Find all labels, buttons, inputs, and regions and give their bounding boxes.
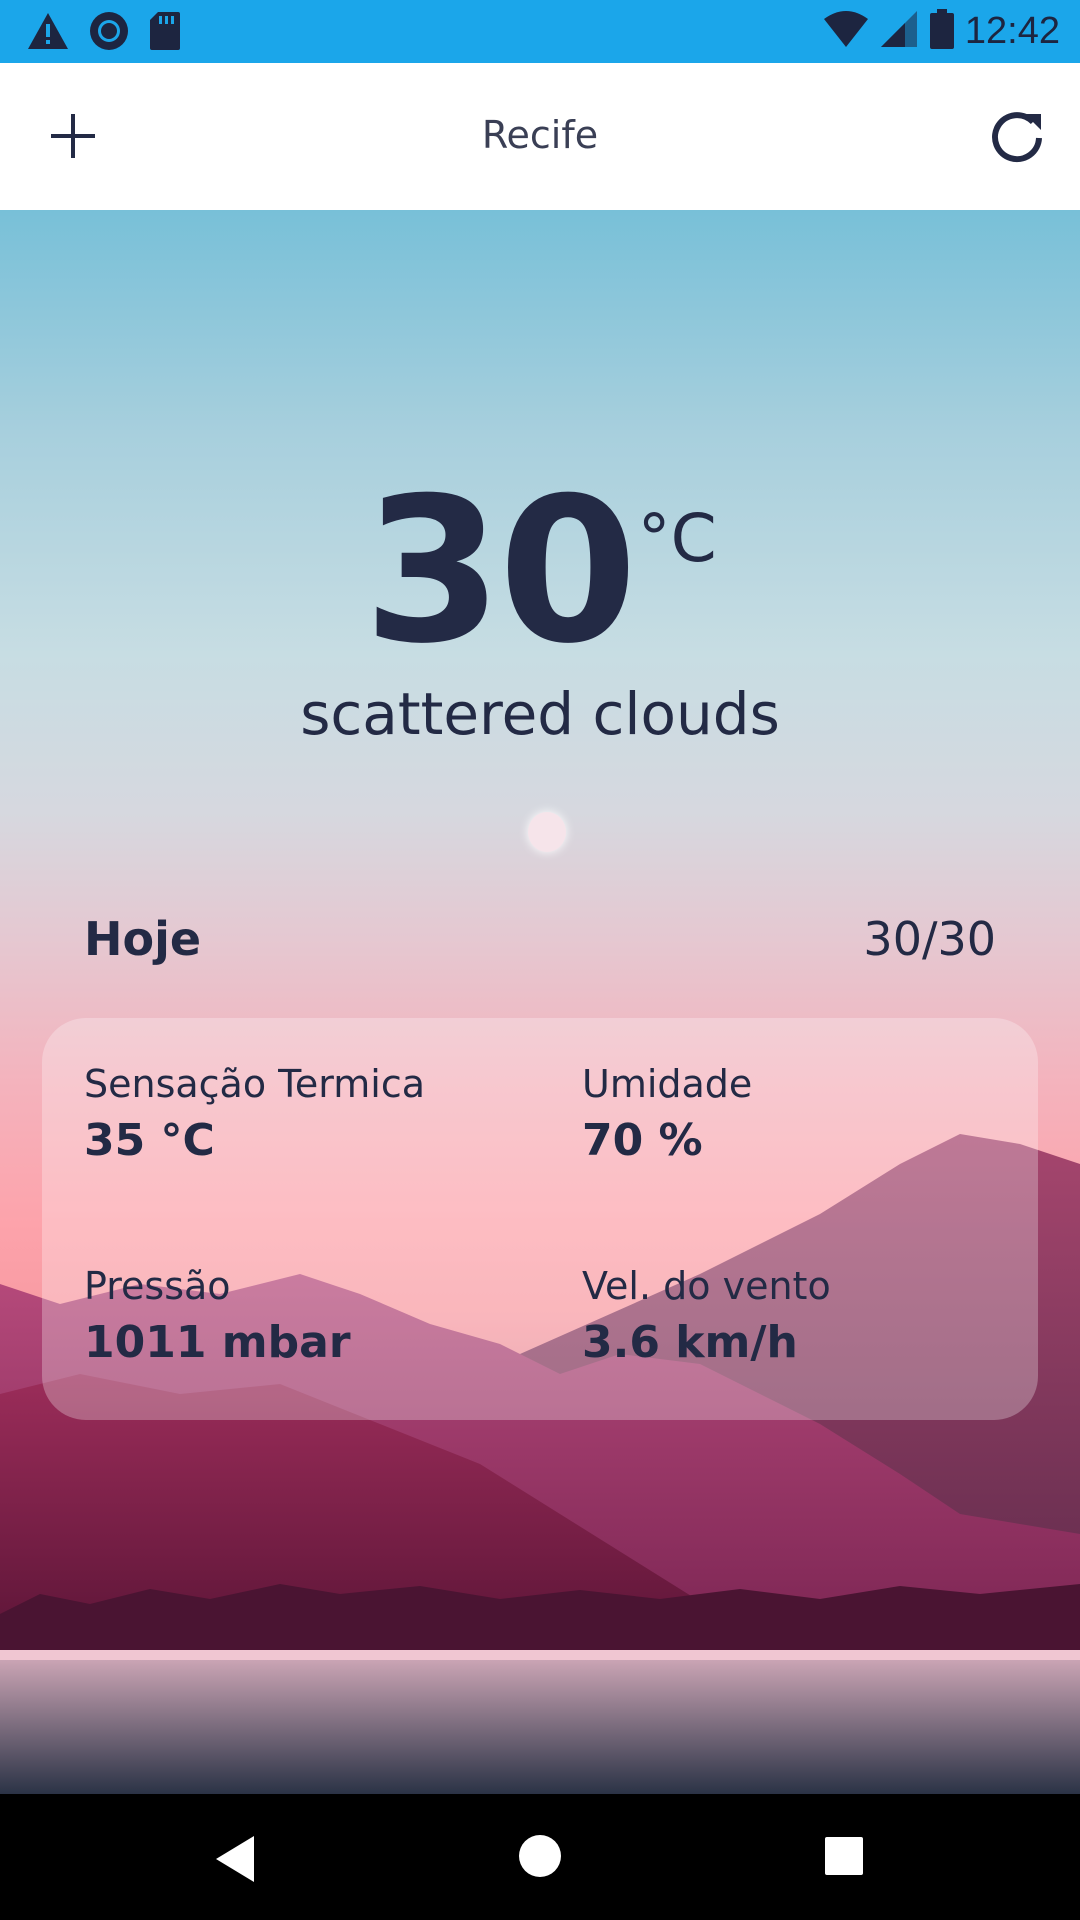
- temperature-value: 30: [363, 455, 637, 688]
- weather-background: 30°C scattered clouds Hoje 30/30 Sensaçã…: [0, 210, 1080, 1794]
- refresh-button[interactable]: [972, 91, 1062, 181]
- battery-icon: [929, 8, 955, 54]
- status-left-icons: [26, 10, 182, 56]
- pressure-value: 1011 mbar: [84, 1317, 351, 1368]
- city-title: Recife: [481, 113, 599, 157]
- status-time: 12:42: [964, 10, 1060, 52]
- wind-speed-item: Vel. do vento 3.6 km/h: [582, 1262, 1042, 1372]
- humidity-value: 70 %: [582, 1115, 703, 1166]
- feels-like-value: 35 °C: [84, 1115, 215, 1166]
- status-right-icons: 12:42: [823, 6, 1060, 56]
- refresh-icon: [992, 112, 1042, 163]
- pressure-item: Pressão 1011 mbar: [84, 1262, 544, 1372]
- status-bar: 12:42: [0, 0, 1080, 63]
- circle-notification-icon: [88, 10, 130, 56]
- humidity-label: Umidade: [582, 1062, 753, 1106]
- current-temperature: 30°C: [0, 472, 1080, 672]
- back-icon[interactable]: [214, 1834, 258, 1888]
- warning-icon: [26, 11, 70, 55]
- wind-speed-label: Vel. do vento: [582, 1264, 831, 1308]
- moon-icon: [528, 812, 566, 852]
- home-icon[interactable]: [518, 1834, 562, 1882]
- weather-details-card: Sensação Termica 35 °C Umidade 70 % Pres…: [42, 1018, 1038, 1420]
- weather-description: scattered clouds: [300, 680, 780, 748]
- humidity-item: Umidade 70 %: [582, 1060, 1042, 1170]
- wifi-icon: [823, 9, 869, 53]
- navigation-bar: [0, 1794, 1080, 1920]
- pressure-label: Pressão: [84, 1264, 231, 1308]
- wind-speed-value: 3.6 km/h: [582, 1317, 798, 1368]
- signal-icon: [879, 9, 919, 53]
- sd-card-icon: [148, 10, 182, 56]
- today-temperature-range: 30/30: [863, 912, 996, 966]
- temperature-unit: °C: [637, 500, 717, 577]
- app-bar: Recife: [0, 63, 1080, 210]
- feels-like-item: Sensação Termica 35 °C: [84, 1060, 544, 1170]
- recents-icon[interactable]: [824, 1836, 864, 1880]
- feels-like-label: Sensação Termica: [84, 1062, 426, 1106]
- today-label: Hoje: [84, 912, 202, 966]
